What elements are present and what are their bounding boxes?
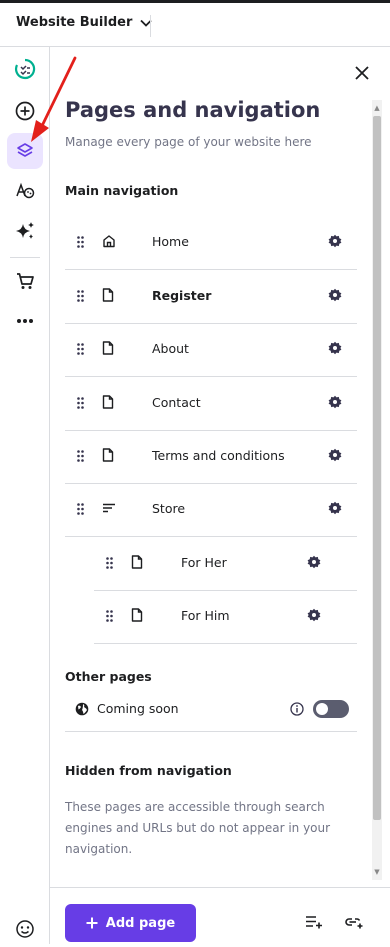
other-pages-heading: Other pages [65, 669, 152, 684]
page-row-for-him[interactable]: For Him [94, 591, 357, 644]
lines-icon [102, 501, 116, 515]
gear-icon[interactable] [328, 234, 342, 248]
page-label: Home [152, 234, 189, 249]
hidden-description: These pages are accessible through searc… [65, 800, 331, 856]
info-icon[interactable] [290, 702, 304, 716]
scroll-up-icon[interactable]: ▲ [373, 103, 381, 113]
toggle-knob [316, 703, 328, 715]
drag-handle-icon[interactable] [77, 343, 84, 355]
sidebar [0, 47, 50, 944]
page-row-home[interactable]: Home [65, 217, 357, 270]
gear-icon[interactable] [328, 341, 342, 355]
drag-handle-icon[interactable] [77, 503, 84, 515]
page-label: About [152, 341, 189, 356]
cart-icon[interactable] [7, 263, 43, 299]
drag-handle-icon[interactable] [77, 236, 84, 248]
scroll-down-icon[interactable]: ▼ [373, 867, 381, 877]
gear-icon[interactable] [307, 555, 321, 569]
gear-icon[interactable] [328, 448, 342, 462]
drag-handle-icon[interactable] [77, 450, 84, 462]
page-title: Pages and navigation [65, 98, 321, 122]
panel-footer: Add page [50, 887, 390, 944]
page-icon [102, 448, 114, 462]
page-icon [102, 395, 114, 409]
drag-handle-icon[interactable] [106, 610, 113, 622]
top-bar: Website Builder [0, 0, 390, 47]
hidden-from-navigation-heading: Hidden from navigation [65, 763, 232, 778]
home-icon [102, 234, 116, 248]
ai-sparkle-icon[interactable] [7, 213, 43, 249]
page-label: For Him [181, 608, 230, 623]
page-icon [131, 555, 143, 569]
page-icon [102, 341, 114, 355]
help-icon[interactable] [7, 911, 43, 947]
gear-icon[interactable] [328, 288, 342, 302]
pages-panel: Pages and navigation Manage every page o… [50, 47, 390, 887]
app-title: Website Builder [16, 15, 133, 30]
coming-soon-toggle[interactable] [313, 700, 349, 718]
page-label: Store [152, 501, 186, 516]
page-row-store[interactable]: Store [65, 484, 357, 537]
main-navigation-heading: Main navigation [65, 183, 179, 198]
page-label: Contact [152, 395, 201, 410]
drag-handle-icon[interactable] [106, 557, 113, 569]
page-icon [102, 288, 114, 302]
close-icon[interactable] [350, 61, 374, 85]
page-icon [131, 608, 143, 622]
design-icon[interactable] [7, 173, 43, 209]
page-row-about[interactable]: About [65, 324, 357, 377]
page-row-terms[interactable]: Terms and conditions [65, 431, 357, 484]
scrollbar-thumb[interactable] [373, 116, 381, 820]
add-page-button[interactable]: Add page [65, 904, 196, 942]
drag-handle-icon[interactable] [77, 397, 84, 409]
website-builder-menu[interactable]: Website Builder [16, 15, 152, 30]
gear-icon[interactable] [328, 395, 342, 409]
page-label: Terms and conditions [152, 448, 285, 463]
add-page-label: Add page [105, 915, 176, 931]
page-subtitle: Manage every page of your website here [65, 135, 312, 149]
page-row-register[interactable]: Register [65, 271, 357, 324]
panel-scrollbar[interactable]: ▲ ▼ [372, 100, 382, 880]
add-section-icon[interactable] [305, 915, 323, 929]
page-row-contact[interactable]: Contact [65, 378, 357, 431]
add-link-icon[interactable] [344, 915, 364, 929]
gear-icon[interactable] [307, 608, 321, 622]
globe-icon [75, 702, 89, 716]
page-label: Register [152, 288, 212, 303]
more-icon[interactable] [7, 303, 43, 339]
sidebar-divider [10, 257, 40, 258]
gear-icon[interactable] [328, 501, 342, 515]
page-row-for-her[interactable]: For Her [94, 538, 357, 591]
page-label: For Her [181, 555, 227, 570]
plus-icon [86, 917, 98, 929]
coming-soon-label: Coming soon [97, 701, 179, 716]
coming-soon-row: Coming soon [65, 695, 357, 732]
drag-handle-icon[interactable] [77, 290, 84, 302]
topbar-divider [150, 15, 151, 37]
